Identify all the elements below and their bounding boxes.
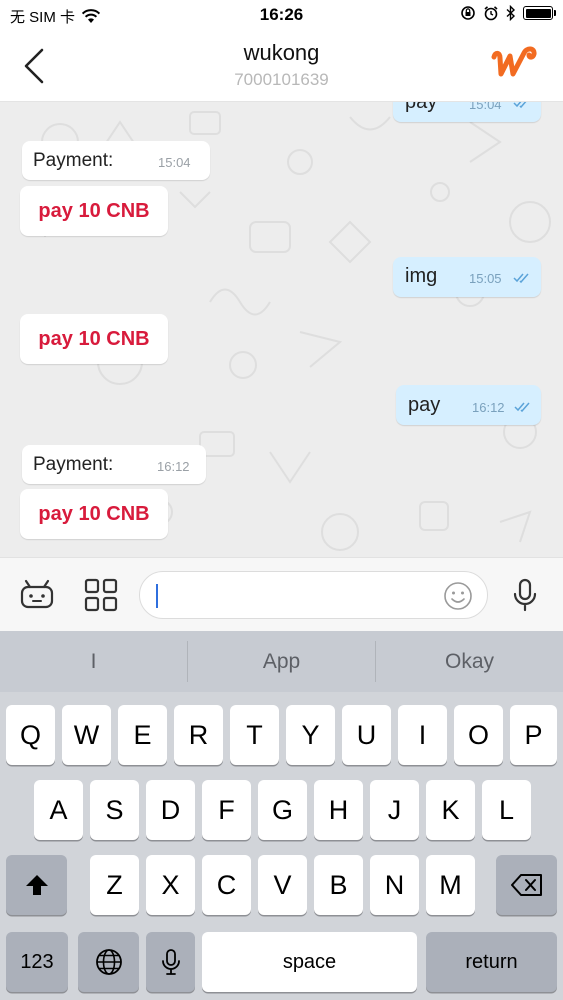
key-h[interactable]: H: [314, 780, 363, 840]
read-receipt-icon: [513, 273, 529, 284]
message-list[interactable]: pay 15:04 Payment: 15:04 pay 10 CNB img …: [0, 102, 563, 557]
status-icons: [460, 5, 556, 21]
contact-id: 7000101639: [234, 70, 329, 89]
contact-name: wukong: [243, 40, 320, 65]
key-c[interactable]: C: [202, 855, 251, 915]
key-a[interactable]: A: [34, 780, 83, 840]
message-outgoing[interactable]: pay 16:12: [396, 385, 541, 425]
key-p[interactable]: P: [510, 705, 557, 765]
return-key[interactable]: return: [426, 932, 557, 992]
suggestion-item[interactable]: I: [0, 631, 187, 692]
wukong-logo-icon[interactable]: [491, 44, 541, 84]
space-key[interactable]: space: [202, 932, 417, 992]
payment-message[interactable]: pay 10 CNB: [20, 186, 168, 236]
message-incoming[interactable]: Payment: 15:04: [22, 141, 210, 180]
message-time: 15:04: [469, 102, 502, 112]
key-n[interactable]: N: [370, 855, 419, 915]
globe-icon: [95, 949, 122, 975]
key-e[interactable]: E: [118, 705, 167, 765]
payment-amount: pay 10 CNB: [38, 199, 150, 222]
rotation-lock-icon: [461, 6, 475, 20]
bluetooth-icon: [506, 5, 516, 21]
key-d[interactable]: D: [146, 780, 195, 840]
key-y[interactable]: Y: [286, 705, 335, 765]
chat-header: wukong 7000101639: [0, 30, 563, 102]
read-receipt-icon: [513, 102, 527, 109]
payment-message[interactable]: pay 10 CNB: [20, 489, 168, 539]
battery-icon: [523, 6, 556, 20]
key-x[interactable]: X: [146, 855, 195, 915]
message-text: img: [405, 265, 438, 287]
message-input[interactable]: [139, 571, 488, 619]
key-t[interactable]: T: [230, 705, 279, 765]
message-outgoing[interactable]: pay 15:04: [393, 102, 541, 122]
key-g[interactable]: G: [258, 780, 307, 840]
key-j[interactable]: J: [370, 780, 419, 840]
shift-arrow-icon: [25, 875, 48, 895]
message-text: Payment:: [33, 150, 114, 171]
key-u[interactable]: U: [342, 705, 391, 765]
key-m[interactable]: M: [426, 855, 475, 915]
payment-amount: pay 10 CNB: [38, 502, 150, 525]
message-incoming[interactable]: Payment: 16:12: [22, 445, 206, 484]
message-time: 16:12: [472, 400, 505, 415]
read-receipt-icon: [514, 402, 530, 413]
message-text: pay: [408, 394, 441, 416]
message-text: pay: [405, 102, 438, 113]
key-l[interactable]: L: [482, 780, 531, 840]
key-q[interactable]: Q: [6, 705, 55, 765]
message-text: Payment:: [33, 454, 114, 475]
key-k[interactable]: K: [426, 780, 475, 840]
message-time: 15:04: [158, 155, 191, 170]
key-w[interactable]: W: [62, 705, 111, 765]
key-b[interactable]: B: [314, 855, 363, 915]
dictation-key[interactable]: [146, 932, 195, 992]
predictive-bar: I App Okay: [0, 631, 563, 692]
message-time: 16:12: [157, 459, 190, 474]
backspace-key[interactable]: [496, 855, 557, 915]
microphone-icon[interactable]: [506, 576, 544, 614]
message-input-bar: [0, 557, 563, 631]
status-bar: 无 SIM 卡 16:26: [0, 0, 563, 30]
payment-message[interactable]: pay 10 CNB: [20, 314, 168, 364]
message-outgoing[interactable]: img 15:05: [393, 257, 541, 297]
keyboard: I App Okay Q W E R T Y U I O P A S D F G…: [0, 631, 563, 1000]
emoji-icon[interactable]: [443, 581, 473, 611]
apps-grid-icon[interactable]: [82, 576, 120, 614]
robot-icon[interactable]: [18, 576, 56, 614]
globe-key[interactable]: [78, 932, 139, 992]
key-o[interactable]: O: [454, 705, 503, 765]
suggestion-item[interactable]: Okay: [376, 631, 563, 692]
key-r[interactable]: R: [174, 705, 223, 765]
payment-amount: pay 10 CNB: [38, 327, 150, 350]
alarm-icon: [484, 6, 498, 21]
microphone-icon: [161, 949, 180, 975]
key-i[interactable]: I: [398, 705, 447, 765]
key-v[interactable]: V: [258, 855, 307, 915]
key-f[interactable]: F: [202, 780, 251, 840]
message-time: 15:05: [469, 271, 502, 286]
suggestion-item[interactable]: App: [188, 631, 375, 692]
key-s[interactable]: S: [90, 780, 139, 840]
text-caret: [156, 584, 158, 608]
backspace-icon: [510, 874, 542, 896]
key-z[interactable]: Z: [90, 855, 139, 915]
shift-key[interactable]: [6, 855, 67, 915]
numbers-key[interactable]: 123: [6, 932, 68, 992]
